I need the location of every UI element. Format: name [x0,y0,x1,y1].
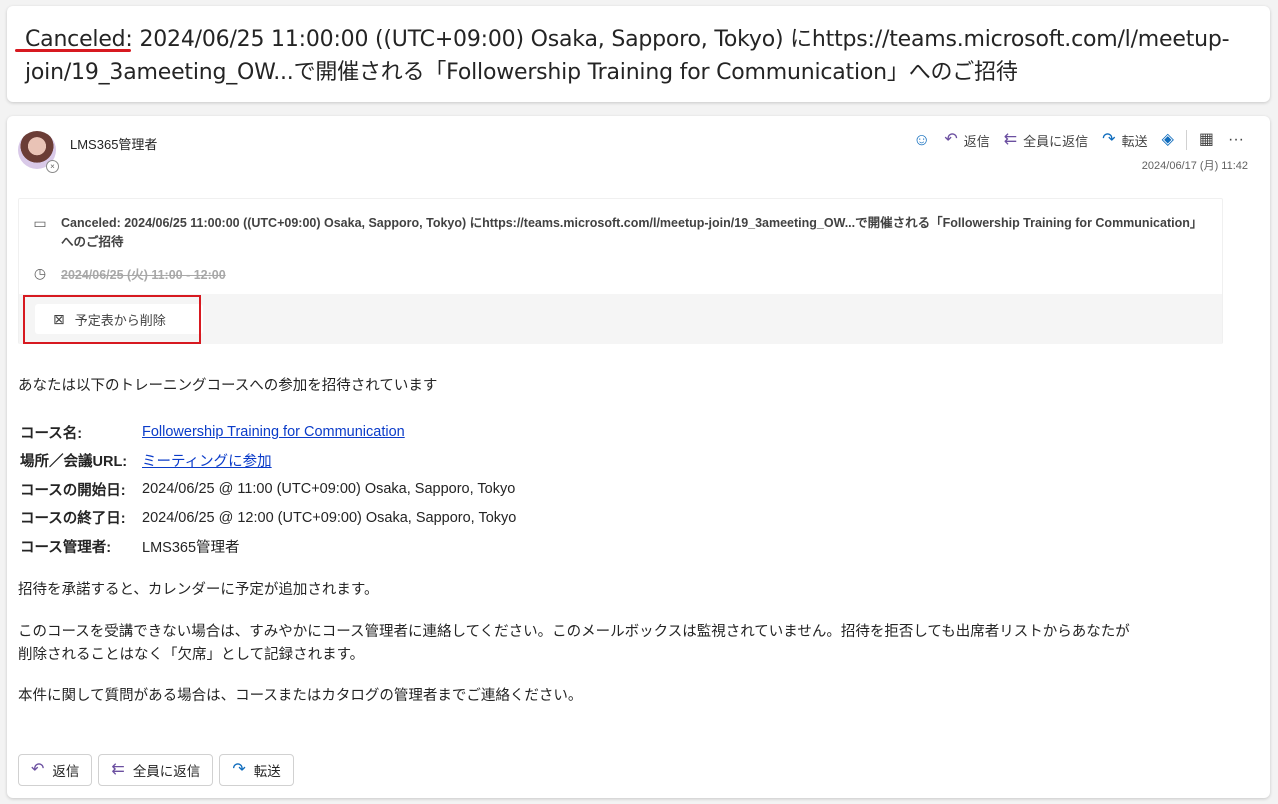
reaction-button[interactable]: ☺ [907,128,936,152]
toolbar-divider [1185,130,1187,150]
meeting-title: Canceled: 2024/06/25 11:00:00 ((UTC+09:0… [61,216,1197,249]
info-label: コース管理者: [20,539,112,556]
more-icon: ··· [1228,131,1244,148]
reply-all-icon: ⇇ [111,761,125,778]
reply-icon: ↶ [31,761,45,778]
info-value: LMS365管理者 [142,539,240,556]
apps-icon: ▦ [1198,131,1215,148]
forward-label: 転送 [1121,133,1148,149]
reply-all-label: 全員に返信 [132,764,201,779]
paragraph-decline-line2: 削除されることはなく「欠席」として記録されます。 [18,647,365,663]
reply-label: 返信 [52,764,80,779]
calendar-icon: ▭ [33,215,47,231]
reply-label: 返信 [963,133,990,149]
info-label: コースの開始日: [20,482,126,499]
reply-icon: ↶ [944,131,958,148]
paragraph-questions: 本件に関して質問がある場合は、コースまたはカタログの管理者までご連絡ください。 [18,688,583,704]
reply-all-label: 全員に返信 [1023,133,1089,149]
forward-label: 転送 [253,764,281,779]
forward-icon: ↷ [232,761,246,778]
sender-name[interactable]: LMS365管理者 [70,134,157,153]
bottom-forward-button[interactable]: ↷ 転送 [219,754,294,786]
info-row-admin: コース管理者: LMS365管理者 [20,532,516,561]
bottom-reply-button[interactable]: ↶ 返信 [18,754,93,786]
loop-icon: ◈ [1161,131,1174,148]
received-timestamp: 2024/06/17 (月) 11:42 [1141,160,1248,172]
info-value: 2024/06/25 @ 12:00 (UTC+09:00) Osaka, Sa… [142,509,517,526]
reply-button[interactable]: ↶ 返信 [938,128,995,152]
info-row-location: 場所／会議URL: ミーティングに参加 [20,447,516,476]
info-row-end: コースの終了日: 2024/06/25 @ 12:00 (UTC+09:00) … [20,504,516,533]
forward-icon: ↷ [1102,131,1116,148]
more-actions-button[interactable]: ··· [1222,128,1250,152]
info-row-course-name: コース名: Followership Training for Communic… [20,418,516,447]
highlight-box [23,295,201,344]
join-meeting-link[interactable]: ミーティングに参加 [142,450,272,471]
info-label: コースの終了日: [20,511,126,528]
reply-all-button[interactable]: ⇇ 全員に返信 [998,128,1094,152]
apps-button[interactable]: ▦ [1193,128,1220,152]
info-label: コース名: [20,425,83,442]
info-row-start: コースの開始日: 2024/06/25 @ 11:00 (UTC+09:00) … [20,475,516,504]
forward-button[interactable]: ↷ 転送 [1096,128,1153,152]
canceled-label: Canceled: [25,27,133,52]
info-label: 場所／会議URL: [20,454,128,471]
meeting-title-row: ▭ Canceled: 2024/06/25 11:00:00 ((UTC+09… [19,214,1222,252]
bottom-actions: ↶ 返信 ⇇ 全員に返信 ↷ 転送 [18,754,294,786]
subject-text: 2024/06/25 11:00:00 ((UTC+09:00) Osaka, … [25,27,1230,85]
info-value: 2024/06/25 @ 11:00 (UTC+09:00) Osaka, Sa… [142,481,516,498]
course-info-table: コース名: Followership Training for Communic… [20,418,516,561]
reply-all-icon: ⇇ [1003,131,1018,148]
paragraph-accept: 招待を承諾すると、カレンダーに予定が追加されます。 [18,582,379,598]
clock-icon: ◷ [33,265,47,281]
meeting-time-row: ◷ 2024/06/25 (火) 11:00 - 12:00 [19,264,1222,283]
smile-icon: ☺ [912,130,931,149]
bottom-reply-all-button[interactable]: ⇇ 全員に返信 [98,754,214,786]
course-name-link[interactable]: Followership Training for Communication [142,424,405,440]
presence-unknown-icon: × [46,160,59,173]
message-toolbar: ☺ ↶ 返信 ⇇ 全員に返信 ↷ 転送 ◈ ▦ ··· [907,128,1250,152]
paragraph-decline-line1: このコースを受講できない場合は、すみやかにコース管理者に連絡してください。このメ… [18,624,1130,640]
subject-header: Canceled: 2024/06/25 11:00:00 ((UTC+09:0… [7,6,1270,102]
meeting-time: 2024/06/25 (火) 11:00 - 12:00 [61,268,226,282]
email-message: × LMS365管理者 ☺ ↶ 返信 ⇇ 全員に返信 ↷ 転送 ◈ ▦ ··· 202… [7,116,1270,798]
loop-button[interactable]: ◈ [1156,128,1180,152]
intro-text: あなたは以下のトレーニングコースへの参加を招待されています [18,378,438,394]
email-subject: Canceled: 2024/06/25 11:00:00 ((UTC+09:0… [25,23,1252,89]
